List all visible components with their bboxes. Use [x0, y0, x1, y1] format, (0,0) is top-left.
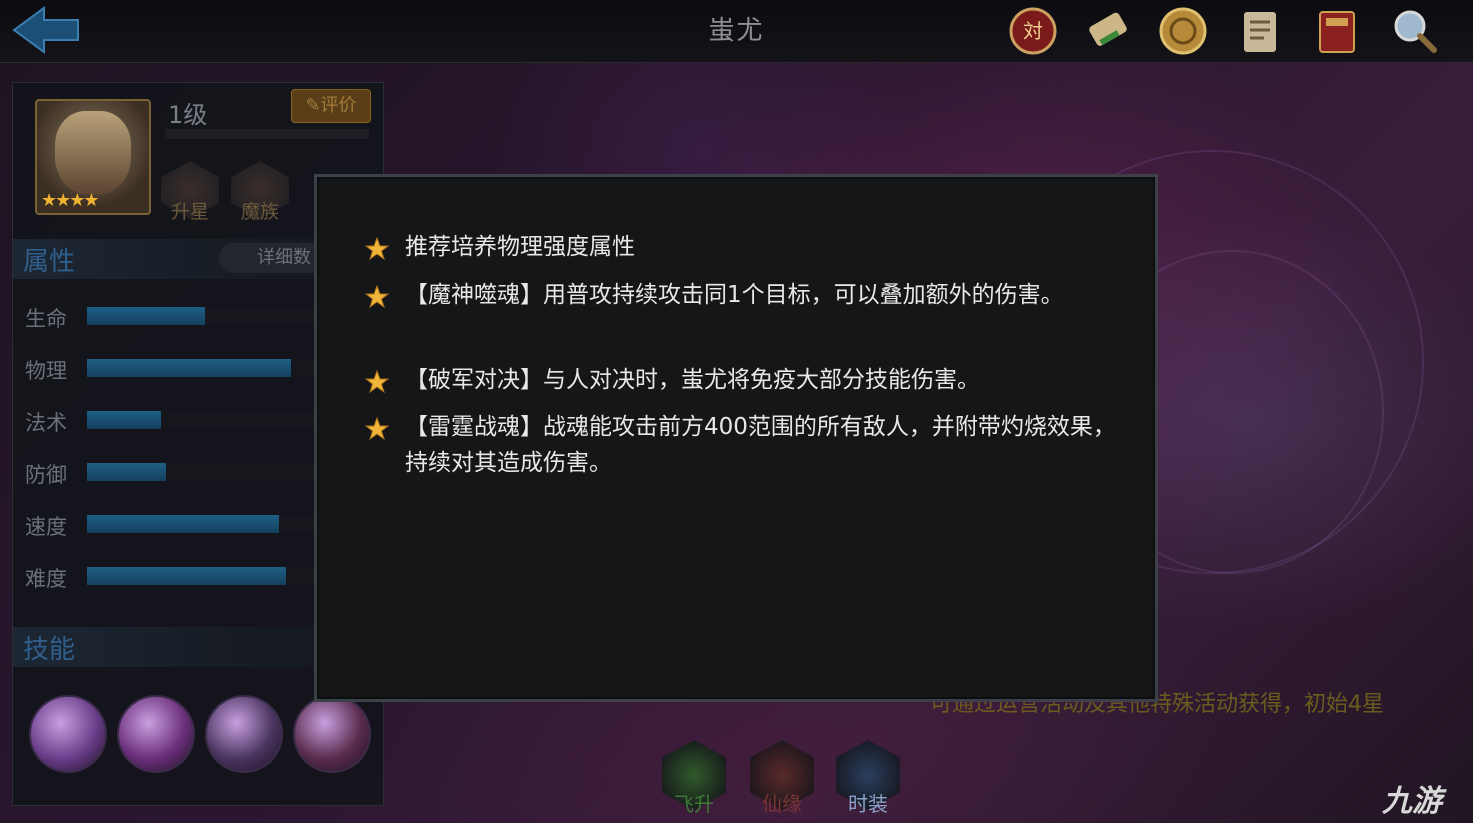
- level-progress-bar: [165, 129, 369, 139]
- costume-tab-label: 时装: [848, 792, 888, 816]
- scroll-icon[interactable]: [1082, 4, 1136, 58]
- skill-2-icon[interactable]: [117, 695, 195, 773]
- stat-bar-magic: [87, 411, 327, 429]
- star-bullet-icon: [365, 417, 389, 441]
- stat-fill-hp: [87, 307, 205, 325]
- stat-label-magic: 法术: [25, 411, 67, 435]
- star-bullet-icon: [365, 370, 389, 394]
- hero-face-art: [55, 111, 131, 195]
- watermark-logo: 九游: [1382, 784, 1442, 819]
- stat-label-physical: 物理: [25, 359, 67, 383]
- book-icon[interactable]: [1310, 4, 1364, 58]
- stat-fill-physical: [87, 359, 291, 377]
- hero-portrait[interactable]: ★★★★: [35, 99, 151, 215]
- stat-fill-magic: [87, 411, 162, 429]
- tip-text: 推荐培养物理强度属性: [405, 234, 635, 260]
- hero-level: 1级: [168, 101, 208, 129]
- tip-text: 【破军对决】与人对决时，蚩尤将免疫大部分技能伤害。: [405, 367, 980, 393]
- rate-button[interactable]: ✎评价: [291, 89, 371, 123]
- svg-text:対: 対: [1023, 19, 1043, 43]
- stat-bar-hp: [87, 307, 327, 325]
- star-bullet-icon: [365, 237, 389, 261]
- stat-bar-physical: [87, 359, 327, 377]
- stat-bar-difficulty: [87, 567, 327, 585]
- ascend-tab-label: 飞升: [674, 792, 714, 816]
- stat-label-defense: 防御: [25, 463, 67, 487]
- skill-1-icon[interactable]: [29, 695, 107, 773]
- stat-label-speed: 速度: [25, 515, 67, 539]
- skill-3-icon[interactable]: [205, 695, 283, 773]
- battle-medal-icon[interactable]: 対: [1006, 4, 1060, 58]
- fate-tab-label: 仙缘: [762, 792, 802, 816]
- skills-title: 技能: [23, 635, 76, 665]
- star-bullet-icon: [365, 285, 389, 309]
- stat-label-hp: 生命: [25, 307, 67, 331]
- attributes-title: 属性: [23, 247, 76, 277]
- hero-star-rating: ★★★★: [41, 190, 100, 211]
- edit-icon: ✎: [305, 95, 321, 116]
- stat-fill-speed: [87, 515, 279, 533]
- demon-race-label: 魔族: [241, 201, 280, 223]
- magnifier-icon[interactable]: [1388, 4, 1442, 58]
- document-icon[interactable]: [1232, 4, 1286, 58]
- stat-bar-speed: [87, 515, 327, 533]
- star-up-label: 升星: [171, 201, 210, 223]
- hero-tips-dialog: 推荐培养物理强度属性 【魔神噬魂】用普攻持续攻击同1个目标，可以叠加额外的伤害。…: [314, 174, 1158, 702]
- coin-icon[interactable]: [1156, 4, 1210, 58]
- top-bar: 蚩尤 対: [0, 0, 1473, 63]
- skill-4-icon[interactable]: [293, 695, 371, 773]
- stat-fill-difficulty: [87, 567, 287, 585]
- rate-button-label: 评价: [320, 95, 357, 116]
- stat-label-difficulty: 难度: [25, 567, 67, 591]
- stat-bar-defense: [87, 463, 327, 481]
- stat-fill-defense: [87, 463, 167, 481]
- tip-text: 【雷霆战魂】战魂能攻击前方400范围的所有敌人，并附带灼烧效果，持续对其造成伤害…: [405, 414, 1116, 476]
- tip-text: 【魔神噬魂】用普攻持续攻击同1个目标，可以叠加额外的伤害。: [405, 282, 1064, 308]
